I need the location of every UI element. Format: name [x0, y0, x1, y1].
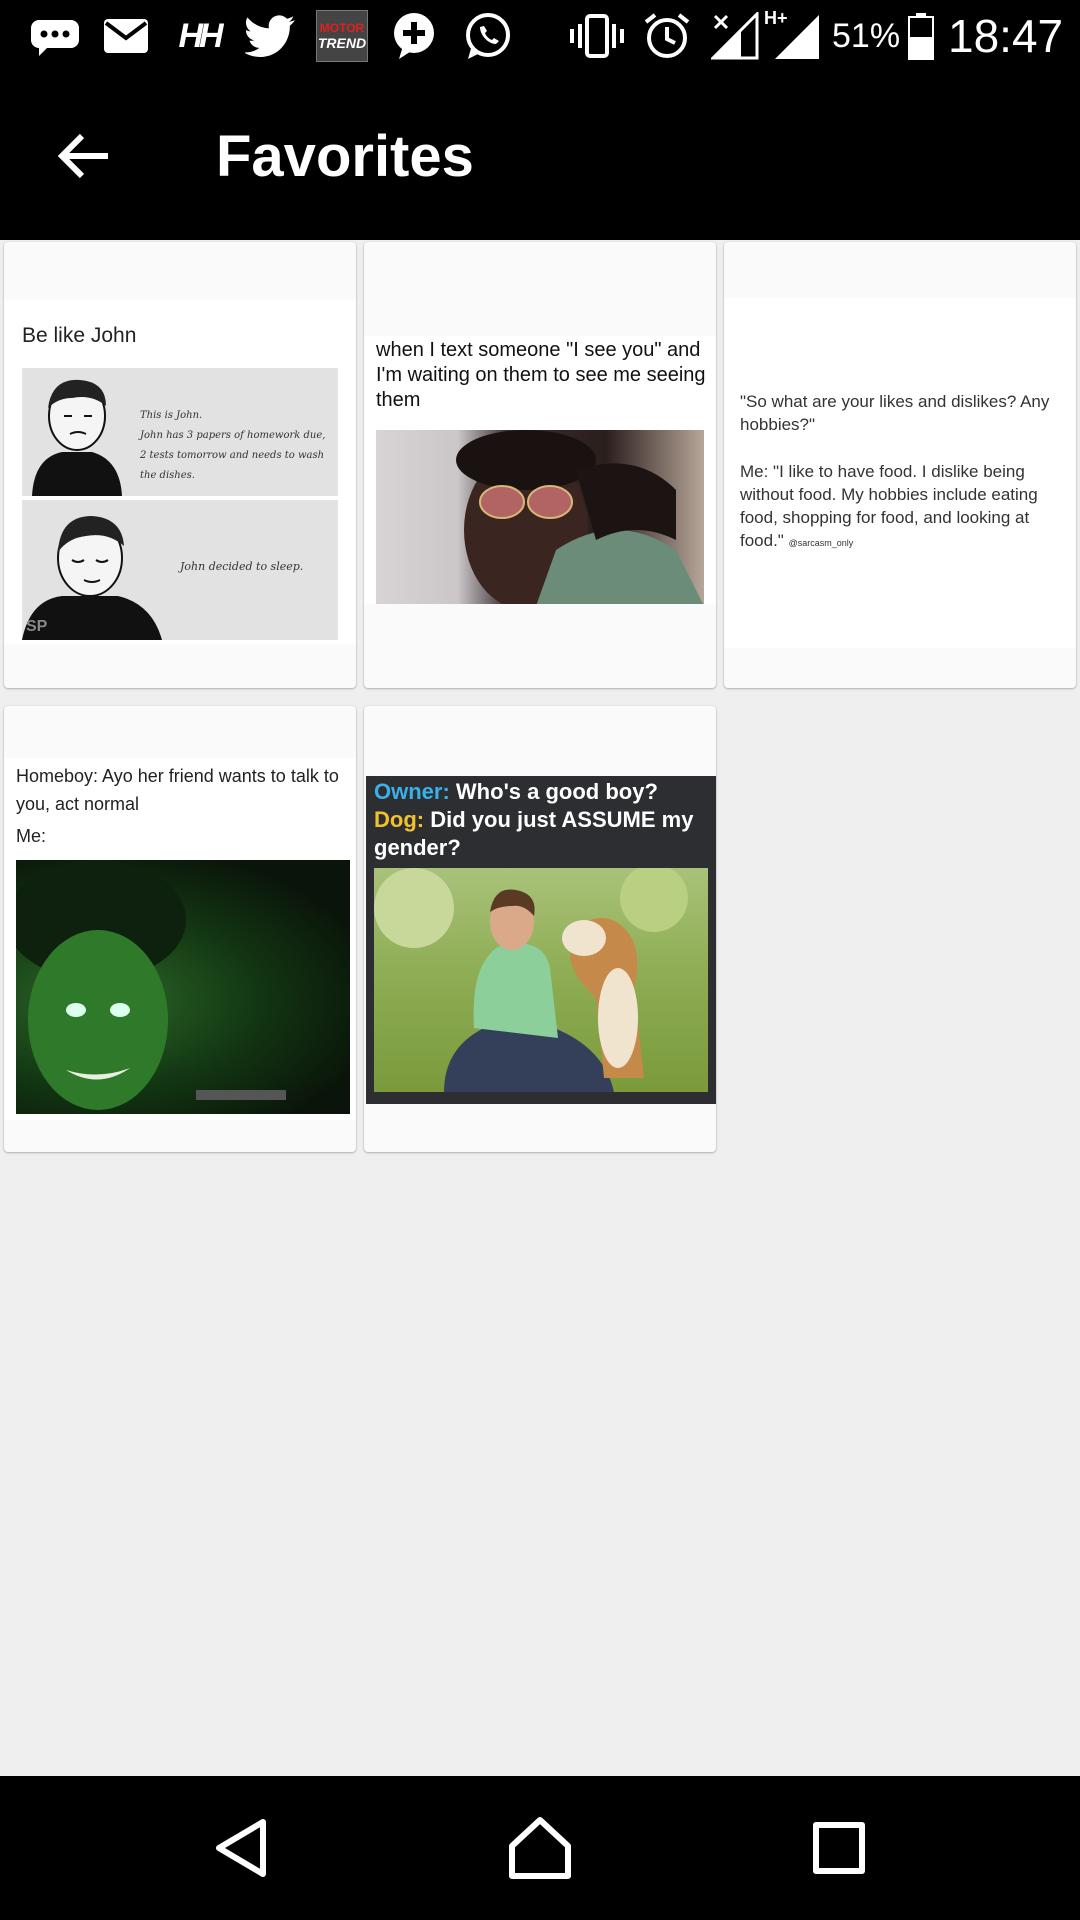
alarm-icon [640, 12, 694, 60]
mail-icon [102, 12, 150, 60]
home-icon [509, 1817, 571, 1879]
panel-1-line-1: This is John. [140, 410, 203, 421]
favorite-card-homeboy[interactable]: Homeboy: Ayo her friend wants to talk to… [4, 706, 356, 1152]
hh-app-icon: HH [178, 16, 223, 55]
credit-handle: @sarcasm_only [788, 538, 854, 548]
motor-trend-icon: MOTOR TREND [316, 10, 368, 62]
green-face-icon [16, 860, 286, 1110]
nav-back-button[interactable] [186, 1800, 296, 1896]
answer-text: Me: "I like to have food. I dislike bein… [740, 462, 1038, 550]
clock: 18:47 [948, 10, 1064, 62]
battery-percent: 51% [832, 17, 901, 55]
watermark: SP [26, 618, 48, 635]
owner-text: Who's a good boy? [455, 779, 658, 804]
chat-plus-icon [390, 12, 438, 60]
meme-image: when I text someone "I see you" and I'm … [364, 336, 716, 604]
meme-photo [16, 860, 350, 1114]
meme-caption-answer: Me: "I like to have food. I dislike bein… [740, 460, 1064, 555]
meme-caption-owner: Owner: Who's a good boy? [374, 778, 710, 806]
navigation-bar [0, 1776, 1080, 1920]
favorite-card-assume-gender[interactable]: Owner: Who's a good boy? Dog: Did you ju… [364, 706, 716, 1152]
dog-label: Dog: [374, 807, 425, 832]
signal-icon [710, 12, 760, 60]
status-bar: HH MOTOR TREND H+ 51% 18:47 [0, 0, 1080, 72]
favorite-card-be-like-john[interactable]: Be like John This is John. John has 3 pa… [4, 242, 356, 688]
comic-panel-2: John decided to sleep. SP [22, 500, 338, 640]
john-drawing-icon [32, 379, 122, 496]
meme-image: "So what are your likes and dislikes? An… [724, 298, 1076, 648]
panel-1-line-2: John has 3 papers of homework due, 2 tes… [140, 430, 326, 481]
panel-1-text: This is John. John has 3 papers of homew… [140, 406, 332, 486]
favorite-card-i-see-you[interactable]: when I text someone "I see you" and I'm … [364, 242, 716, 688]
meme-caption-question: "So what are your likes and dislikes? An… [740, 392, 1050, 434]
meme-caption-homeboy: Homeboy: Ayo her friend wants to talk to… [16, 766, 339, 814]
back-button[interactable] [40, 112, 128, 200]
whatsapp-icon [460, 12, 514, 60]
vibrate-icon [568, 12, 626, 60]
panel-2-text: John decided to sleep. [180, 560, 304, 573]
meme-caption-me: Me: [16, 826, 47, 846]
page-title: Favorites [216, 124, 474, 189]
owner-label: Owner: [374, 779, 450, 804]
meme-caption-dog: Dog: Did you just ASSUME my gender? [374, 806, 710, 862]
favorite-card-likes-dislikes[interactable]: "So what are your likes and dislikes? An… [724, 242, 1076, 688]
meme-caption: Be like John [22, 324, 137, 347]
back-triangle-icon [216, 1819, 266, 1877]
signal-hplus-icon: H+ [764, 8, 822, 60]
meme-image: Be like John This is John. John has 3 pa… [4, 300, 356, 644]
meme-caption: when I text someone "I see you" and I'm … [376, 339, 706, 411]
meme-photo [376, 430, 704, 604]
messages-icon [28, 12, 82, 60]
twitter-icon [244, 12, 298, 60]
arrow-back-icon [57, 133, 108, 179]
app-bar: Favorites [0, 72, 1080, 240]
nav-home-button[interactable] [485, 1800, 595, 1896]
person-sunglasses-icon [456, 430, 703, 604]
comic-panel-1: This is John. John has 3 papers of homew… [22, 368, 338, 496]
battery-icon [906, 12, 936, 60]
recents-icon [813, 1822, 865, 1874]
meme-image: Homeboy: Ayo her friend wants to talk to… [4, 758, 356, 1120]
nav-recents-button[interactable] [784, 1800, 894, 1896]
meme-photo [374, 868, 708, 1092]
man-and-dog-icon [374, 868, 688, 1092]
meme-image: Owner: Who's a good boy? Dog: Did you ju… [366, 776, 716, 1104]
